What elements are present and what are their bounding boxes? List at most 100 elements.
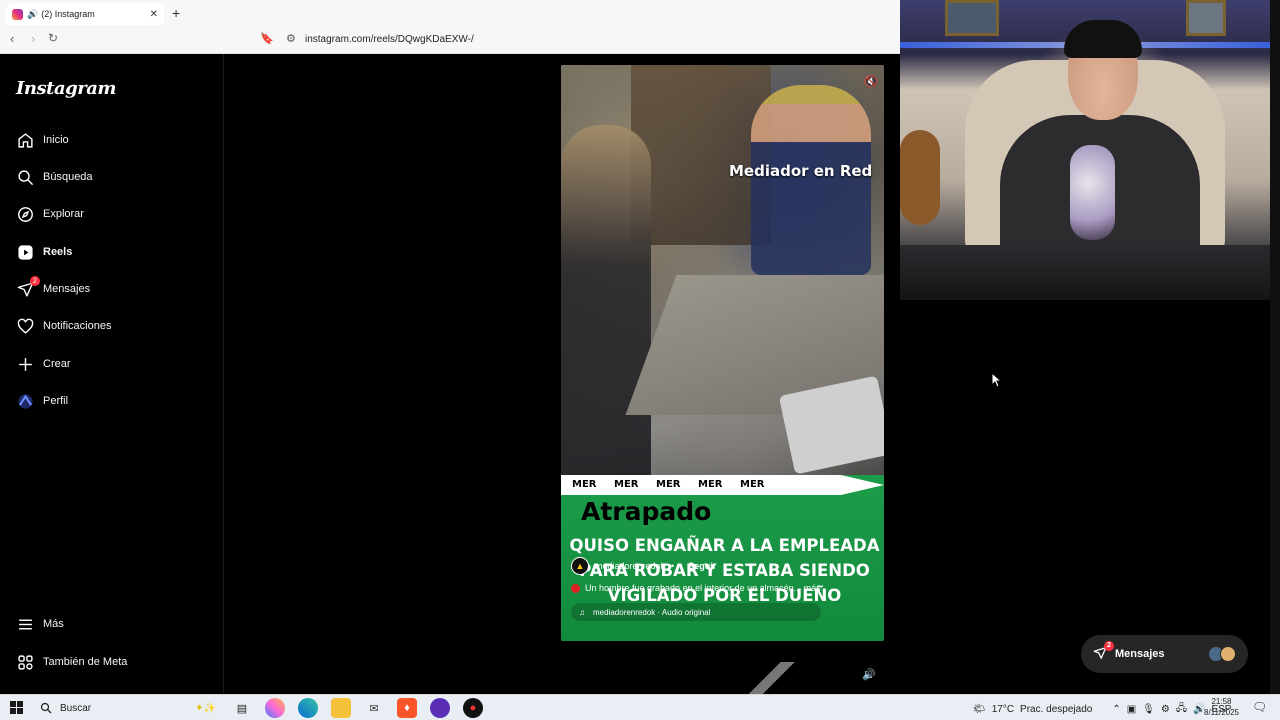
browser-tab[interactable]: 🔊 (2) Instagram ✕ xyxy=(6,3,164,25)
microphone-icon[interactable]: 🎙 xyxy=(1142,704,1155,715)
cam-picture-frame xyxy=(1186,0,1226,36)
notification-center-icon[interactable]: 🗨 xyxy=(1252,700,1267,714)
reel-caption[interactable]: Un hombre fue grabado en el interior de … xyxy=(571,583,871,593)
next-reel-preview[interactable] xyxy=(744,662,804,694)
browser-chrome: 🔊 (2) Instagram ✕ + ‹ › ↻ 🔖 ⚙ instagram.… xyxy=(0,0,900,54)
sidebar-item-busqueda[interactable]: Búsqueda xyxy=(16,165,93,189)
obs-icon[interactable]: ● xyxy=(463,698,483,718)
notification-badge: 2 xyxy=(1104,640,1114,651)
author-avatar[interactable]: ▲ xyxy=(571,557,589,575)
mail-icon[interactable]: ✉ xyxy=(364,698,384,718)
mouse-cursor-icon xyxy=(991,372,1001,388)
instagram-logo[interactable]: Instagram xyxy=(16,78,116,99)
navigation-bar: ‹ › ↻ 🔖 ⚙ instagram.com/reels/DQwgKDaEXW… xyxy=(0,28,900,52)
screen: 🔊 (2) Instagram ✕ + ‹ › ↻ 🔖 ⚙ instagram.… xyxy=(0,0,1280,720)
weather-text[interactable]: Prac. despejado xyxy=(1020,704,1092,715)
sidebar-item-explorar[interactable]: Explorar xyxy=(16,202,84,226)
stripe-word: MER xyxy=(656,479,681,490)
reels-icon xyxy=(16,243,34,261)
cam-microphone xyxy=(1070,145,1115,240)
taskbar-search[interactable]: Buscar ✦✨ xyxy=(36,698,216,718)
sidebar-item-label: Búsqueda xyxy=(43,171,93,183)
reload-icon[interactable]: ↻ xyxy=(48,31,58,45)
cam-picture-frame xyxy=(945,0,999,36)
taskbar-clock[interactable]: 21:58 8/11/2025 xyxy=(1204,696,1239,718)
meta-apps-icon xyxy=(16,653,34,671)
forward-icon[interactable]: › xyxy=(31,31,35,46)
red-dot-icon xyxy=(571,583,580,593)
bookmark-icon[interactable]: 🔖 xyxy=(260,32,274,45)
reels-feed: 🔇 Mediador en Red MER MER MER MER MER At… xyxy=(224,54,921,694)
menu-icon xyxy=(16,615,34,633)
sidebar-item-crear[interactable]: Crear xyxy=(16,352,71,376)
tray-app-icon[interactable]: ▣ xyxy=(1127,704,1136,715)
screen-edge xyxy=(1270,0,1280,694)
sidebar-item-mensajes[interactable]: 2 Mensajes xyxy=(16,276,90,301)
search-icon xyxy=(16,168,34,186)
video-clerk xyxy=(561,125,651,475)
webcam-overlay xyxy=(900,0,1270,300)
taskbar-apps: ▤ ✉ ♦ ● xyxy=(232,698,483,718)
app-icon[interactable] xyxy=(430,698,450,718)
messages-pill[interactable]: 2 Mensajes xyxy=(1081,635,1248,673)
system-tray: 🌤 17°C Prac. despejado ⌃ ▣ 🎙 ⚙ 🖧 🔊 ESP xyxy=(973,701,1231,718)
audio-label: mediadorenredok · Audio original xyxy=(593,607,711,617)
cam-guitar xyxy=(900,130,940,225)
cam-desk xyxy=(900,245,1270,300)
reel-video-player[interactable]: 🔇 Mediador en Red MER MER MER MER MER At… xyxy=(561,65,884,641)
copilot-sparkle-icon: ✦✨ xyxy=(195,702,216,714)
heart-icon xyxy=(16,317,34,335)
tray-app-icon[interactable]: ⚙ xyxy=(1161,704,1170,715)
sidebar-item-mas[interactable]: Más xyxy=(16,612,64,636)
edge-browser-icon[interactable] xyxy=(298,698,318,718)
messages-pill-label: Mensajes xyxy=(1115,648,1165,660)
sidebar-item-perfil[interactable]: Perfil xyxy=(16,389,68,413)
author-username[interactable]: mediadorenredok xyxy=(595,561,665,571)
reel-info: ▲ mediadorenredok • Seguir Un hombre fue… xyxy=(571,555,871,621)
windows-start-icon[interactable] xyxy=(10,701,23,714)
task-view-icon[interactable]: ▤ xyxy=(232,698,252,718)
sidebar-item-reels[interactable]: Reels xyxy=(16,240,72,264)
new-tab-button[interactable]: + xyxy=(172,5,180,21)
messenger-icon: 2 xyxy=(16,276,40,298)
volume-icon[interactable]: 🔊 xyxy=(862,668,876,681)
address-bar[interactable]: instagram.com/reels/DQwgKDaEXW-/ xyxy=(305,34,474,45)
plus-icon xyxy=(16,355,34,373)
sidebar-item-inicio[interactable]: Inicio xyxy=(16,128,69,152)
caption-text: Un hombre fue grabado en el interior de … xyxy=(585,583,821,593)
sidebar-item-notificaciones[interactable]: Notificaciones xyxy=(16,314,111,338)
audio-link[interactable]: ♫ mediadorenredok · Audio original xyxy=(571,603,821,621)
stripe-word: MER xyxy=(572,479,597,490)
audio-playing-icon[interactable]: 🔊 xyxy=(27,9,38,20)
copilot-icon[interactable] xyxy=(265,698,285,718)
video-customer xyxy=(751,85,871,275)
taskbar-search-label: Buscar xyxy=(60,702,92,714)
back-icon[interactable]: ‹ xyxy=(10,31,14,46)
reel-author: ▲ mediadorenredok • Seguir xyxy=(571,555,871,577)
chevron-up-icon[interactable]: ⌃ xyxy=(1112,704,1120,715)
temperature[interactable]: 17°C xyxy=(992,704,1014,715)
home-icon xyxy=(16,131,34,149)
weather-icon[interactable]: 🌤 xyxy=(973,704,986,715)
sidebar-item-label: Reels xyxy=(43,246,73,258)
instagram-sidebar: Instagram Inicio Búsqueda Explorar Reels xyxy=(0,54,224,694)
notification-badge: 2 xyxy=(30,276,40,286)
video-shelf xyxy=(631,65,771,245)
file-explorer-icon[interactable] xyxy=(331,698,351,718)
video-watermark: Mediador en Red xyxy=(729,162,873,180)
clock-time: 21:58 xyxy=(1211,697,1232,706)
avatar xyxy=(1220,646,1236,662)
clock-date: 8/11/2025 xyxy=(1204,708,1239,717)
brave-browser-icon[interactable]: ♦ xyxy=(397,698,417,718)
stripe-word: MER xyxy=(740,479,765,490)
sidebar-item-label: También de Meta xyxy=(43,656,128,668)
follow-button[interactable]: Seguir xyxy=(688,561,716,571)
sidebar-item-meta[interactable]: También de Meta xyxy=(16,650,127,674)
windows-taskbar: Buscar ✦✨ ▤ ✉ ♦ ● 🌤 17°C Prac. despejado… xyxy=(0,694,1280,720)
network-icon[interactable]: 🖧 xyxy=(1176,701,1187,718)
stripe-word: MER xyxy=(698,479,723,490)
mute-icon[interactable]: 🔇 xyxy=(864,75,878,88)
sidebar-item-label: Crear xyxy=(43,358,71,370)
site-settings-icon[interactable]: ⚙ xyxy=(286,32,296,45)
close-tab-icon[interactable]: ✕ xyxy=(150,9,158,20)
